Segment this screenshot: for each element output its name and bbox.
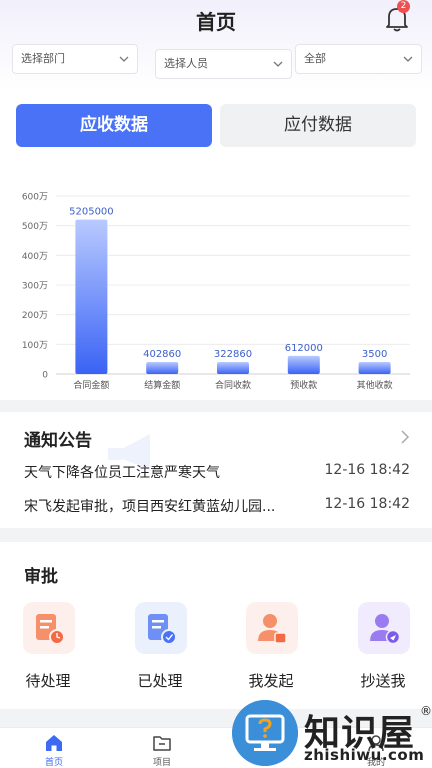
tabbar-home[interactable]: 首页 xyxy=(24,731,84,768)
y-tick-label: 500万 xyxy=(22,222,48,232)
notice-section: 通知公告 天气下降各位员工注意严寒天气 12-16 18:42 宋飞发起审批，项… xyxy=(0,412,432,528)
approval-title: 审批 xyxy=(24,567,58,587)
tab-receivable[interactable]: 应收数据 xyxy=(16,104,212,147)
person-select[interactable]: 选择人员 xyxy=(155,49,292,79)
data-label: 5205000 xyxy=(69,207,114,218)
department-select[interactable]: 选择部门 xyxy=(12,44,138,74)
home-icon xyxy=(46,735,62,751)
watermark-domain: zhishiwu.com xyxy=(304,746,425,764)
approval-cc-label: 抄送我 xyxy=(360,672,406,690)
notice-item-text: 天气下降各位员工注意严寒天气 xyxy=(24,465,220,481)
y-tick-label: 400万 xyxy=(22,252,48,262)
chevron-down-icon xyxy=(403,56,413,62)
approval-processed-label: 已处理 xyxy=(137,672,183,690)
tab-payable[interactable]: 应付数据 xyxy=(220,104,416,147)
approval-pending-label: 待处理 xyxy=(25,672,71,690)
x-tick-label: 其他收款 xyxy=(357,379,393,391)
bar[interactable] xyxy=(75,219,108,374)
notice-title: 通知公告 xyxy=(24,431,92,451)
header: 首页 2 xyxy=(0,0,432,40)
cc-user-icon xyxy=(358,602,410,654)
x-tick-label: 结算金额 xyxy=(144,379,180,391)
top-section: 首页 2 选择部门 选择人员 全部 应收数据 应付数据 0 100万 200万 … xyxy=(0,0,432,400)
initiated-user-icon xyxy=(246,602,298,654)
bar[interactable] xyxy=(146,362,179,374)
notice-item-date: 12-16 18:42 xyxy=(324,462,410,478)
watermark-reg: ® xyxy=(420,704,432,718)
x-tick-label: 预收款 xyxy=(290,379,317,391)
y-tick-label: 100万 xyxy=(22,341,48,351)
notice-item[interactable]: 天气下降各位员工注意严寒天气 12-16 18:42 xyxy=(24,462,410,484)
scope-select-value: 全部 xyxy=(304,52,326,65)
approval-processed[interactable]: 已处理 xyxy=(120,602,200,702)
filter-bar: 选择部门 选择人员 全部 xyxy=(12,44,422,79)
data-label: 402860 xyxy=(143,349,181,360)
pending-doc-icon xyxy=(23,602,75,654)
question-monitor-icon xyxy=(232,700,298,766)
receivable-chart: 0 100万 200万 300万 400万 500万 600万 5205000 合同金额 402… xyxy=(0,185,432,395)
chevron-down-icon xyxy=(273,61,283,67)
chevron-right-icon[interactable] xyxy=(400,430,410,444)
data-label: 3500 xyxy=(362,349,387,360)
approval-pending[interactable]: 待处理 xyxy=(8,602,88,702)
page-title: 首页 xyxy=(196,10,236,34)
x-tick-label: 合同收款 xyxy=(215,379,251,391)
approval-cc-me[interactable]: 抄送我 xyxy=(343,602,423,702)
watermark-logo: 知识屋 ® zhishiwu.com xyxy=(232,700,432,768)
data-label: 612000 xyxy=(285,343,323,354)
department-select-value: 选择部门 xyxy=(21,52,65,65)
bar[interactable] xyxy=(287,355,320,374)
notice-item-date: 12-16 18:42 xyxy=(324,496,410,512)
folder-icon xyxy=(153,736,171,751)
notice-item[interactable]: 宋飞发起审批，项目西安红黄蓝幼儿园... 12-16 18:42 xyxy=(24,496,410,518)
data-tabs: 应收数据 应付数据 xyxy=(16,104,416,148)
notification-badge: 2 xyxy=(397,0,410,13)
x-tick-label: 合同金额 xyxy=(73,379,109,391)
tabbar-home-label: 首页 xyxy=(44,758,63,768)
approval-section: 审批 待处理 已处理 我发起 抄送我 xyxy=(0,542,432,709)
y-tick-label: 200万 xyxy=(22,311,48,321)
bar[interactable] xyxy=(217,362,249,374)
y-tick-label: 600万 xyxy=(22,193,48,203)
approval-initiated[interactable]: 我发起 xyxy=(231,602,311,702)
data-label: 322860 xyxy=(214,349,252,360)
notice-item-text: 宋飞发起审批，项目西安红黄蓝幼儿园... xyxy=(24,499,276,515)
chevron-down-icon xyxy=(119,56,129,62)
person-select-value: 选择人员 xyxy=(164,57,208,70)
tabbar-project-label: 项目 xyxy=(152,758,171,768)
bar-chart-svg: 0 100万 200万 300万 400万 500万 600万 5205000 合同金额 402… xyxy=(22,193,410,391)
approval-initiated-label: 我发起 xyxy=(248,672,294,690)
bar[interactable] xyxy=(358,362,391,374)
processed-doc-icon xyxy=(135,602,187,654)
tabbar-project[interactable]: 项目 xyxy=(132,731,192,768)
scope-select[interactable]: 全部 xyxy=(295,44,422,74)
y-tick-label: 0 xyxy=(42,371,48,381)
y-tick-label: 300万 xyxy=(22,282,48,292)
